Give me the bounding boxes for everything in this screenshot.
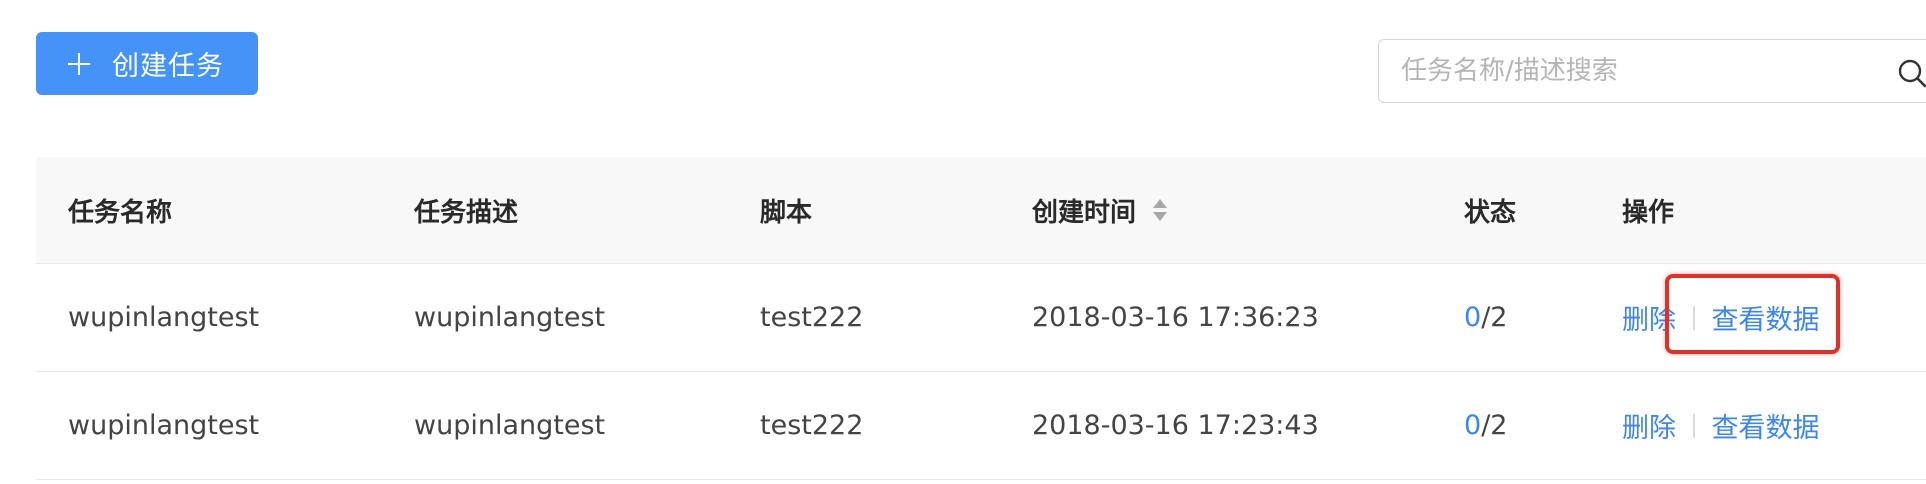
view-data-link[interactable]: 查看数据 [1712,406,1820,445]
status-total-count: /2 [1481,302,1508,333]
table-row: wupinlangtest wupinlangtest test222 2018… [36,264,1926,372]
view-data-link[interactable]: 查看数据 [1712,298,1820,337]
create-task-label: 创建任务 [112,51,224,82]
plus-icon [68,52,90,75]
delete-link[interactable]: 删除 [1622,406,1676,445]
create-task-button[interactable]: 创建任务 [36,32,258,95]
task-table: 任务名称 任务描述 脚本 创建时间 状态 操作 wupinlangtest wu… [36,157,1926,480]
sort-icon[interactable] [1152,196,1168,224]
task-status: 0/2 [1464,264,1507,371]
task-script: test222 [760,302,864,333]
task-name: wupinlangtest [68,302,260,333]
column-header-status: 状态 [1464,197,1517,228]
task-actions: 删除 查看数据 [1622,264,1820,371]
column-header-created[interactable]: 创建时间 [1032,157,1168,263]
search-box[interactable] [1378,39,1926,103]
table-row: wupinlangtest wupinlangtest test222 2018… [36,372,1926,480]
status-done-count[interactable]: 0 [1464,410,1481,441]
column-header-desc: 任务描述 [414,197,519,228]
task-created-time: 2018-03-16 17:36:23 [1032,302,1319,333]
table-header: 任务名称 任务描述 脚本 创建时间 状态 操作 [36,157,1926,264]
action-divider [1693,413,1695,438]
task-desc: wupinlangtest [414,302,606,333]
task-actions: 删除 查看数据 [1622,372,1820,479]
search-input[interactable] [1401,40,1841,102]
status-done-count[interactable]: 0 [1464,302,1481,333]
search-icon[interactable] [1896,57,1926,89]
column-header-actions: 操作 [1622,197,1675,228]
status-total-count: /2 [1481,410,1508,441]
task-created-time: 2018-03-16 17:23:43 [1032,410,1319,441]
task-script: test222 [760,410,864,441]
task-desc: wupinlangtest [414,410,606,441]
column-header-name: 任务名称 [68,197,173,228]
task-status: 0/2 [1464,372,1507,479]
action-divider [1693,305,1695,330]
column-header-created-label: 创建时间 [1032,197,1137,228]
task-name: wupinlangtest [68,410,260,441]
column-header-script: 脚本 [760,197,813,228]
delete-link[interactable]: 删除 [1622,298,1676,337]
